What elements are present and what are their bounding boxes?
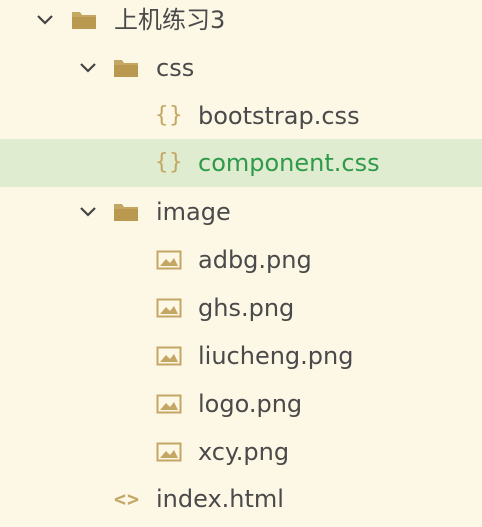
css-file-icon: {} xyxy=(155,150,184,175)
image-file-icon xyxy=(156,298,182,318)
file-label: xcy.png xyxy=(198,438,290,466)
tree-item-liucheng-png[interactable]: liucheng.png xyxy=(0,332,482,380)
tree-item-component-css[interactable]: {} component.css xyxy=(0,139,482,187)
css-file-icon: {} xyxy=(155,103,184,128)
folder-label: image xyxy=(156,198,231,226)
folder-icon xyxy=(72,12,96,29)
folder-icon xyxy=(114,60,138,77)
chevron-down-icon[interactable] xyxy=(78,58,98,78)
file-label: ghs.png xyxy=(198,294,295,322)
html-file-icon: <> xyxy=(114,487,141,511)
tree-item-index-html[interactable]: <> index.html xyxy=(0,475,482,523)
folder-icon xyxy=(114,204,138,221)
file-label: bootstrap.css xyxy=(198,102,360,130)
tree-item-adbg-png[interactable]: adbg.png xyxy=(0,236,482,284)
image-file-icon xyxy=(156,394,182,414)
file-label: liucheng.png xyxy=(198,342,354,370)
image-file-icon xyxy=(156,250,182,270)
tree-item-root-folder[interactable]: 上机练习3 xyxy=(0,0,482,44)
tree-item-image-folder[interactable]: image xyxy=(0,188,482,236)
file-label: component.css xyxy=(198,149,380,177)
tree-item-css-folder[interactable]: css xyxy=(0,44,482,92)
image-file-icon xyxy=(156,346,182,366)
tree-item-xcy-png[interactable]: xcy.png xyxy=(0,428,482,476)
file-label: index.html xyxy=(156,485,284,513)
tree-item-ghs-png[interactable]: ghs.png xyxy=(0,284,482,332)
chevron-down-icon[interactable] xyxy=(35,10,55,30)
image-file-icon xyxy=(156,442,182,462)
file-label: logo.png xyxy=(198,390,303,418)
tree-item-logo-png[interactable]: logo.png xyxy=(0,380,482,428)
chevron-down-icon[interactable] xyxy=(78,202,98,222)
tree-item-bootstrap-css[interactable]: {} bootstrap.css xyxy=(0,92,482,140)
folder-label: css xyxy=(156,54,195,82)
file-explorer-tree: 上机练习3 css {} bootstrap.css {} component.… xyxy=(0,0,482,527)
file-label: adbg.png xyxy=(198,246,312,274)
folder-label: 上机练习3 xyxy=(114,6,226,34)
